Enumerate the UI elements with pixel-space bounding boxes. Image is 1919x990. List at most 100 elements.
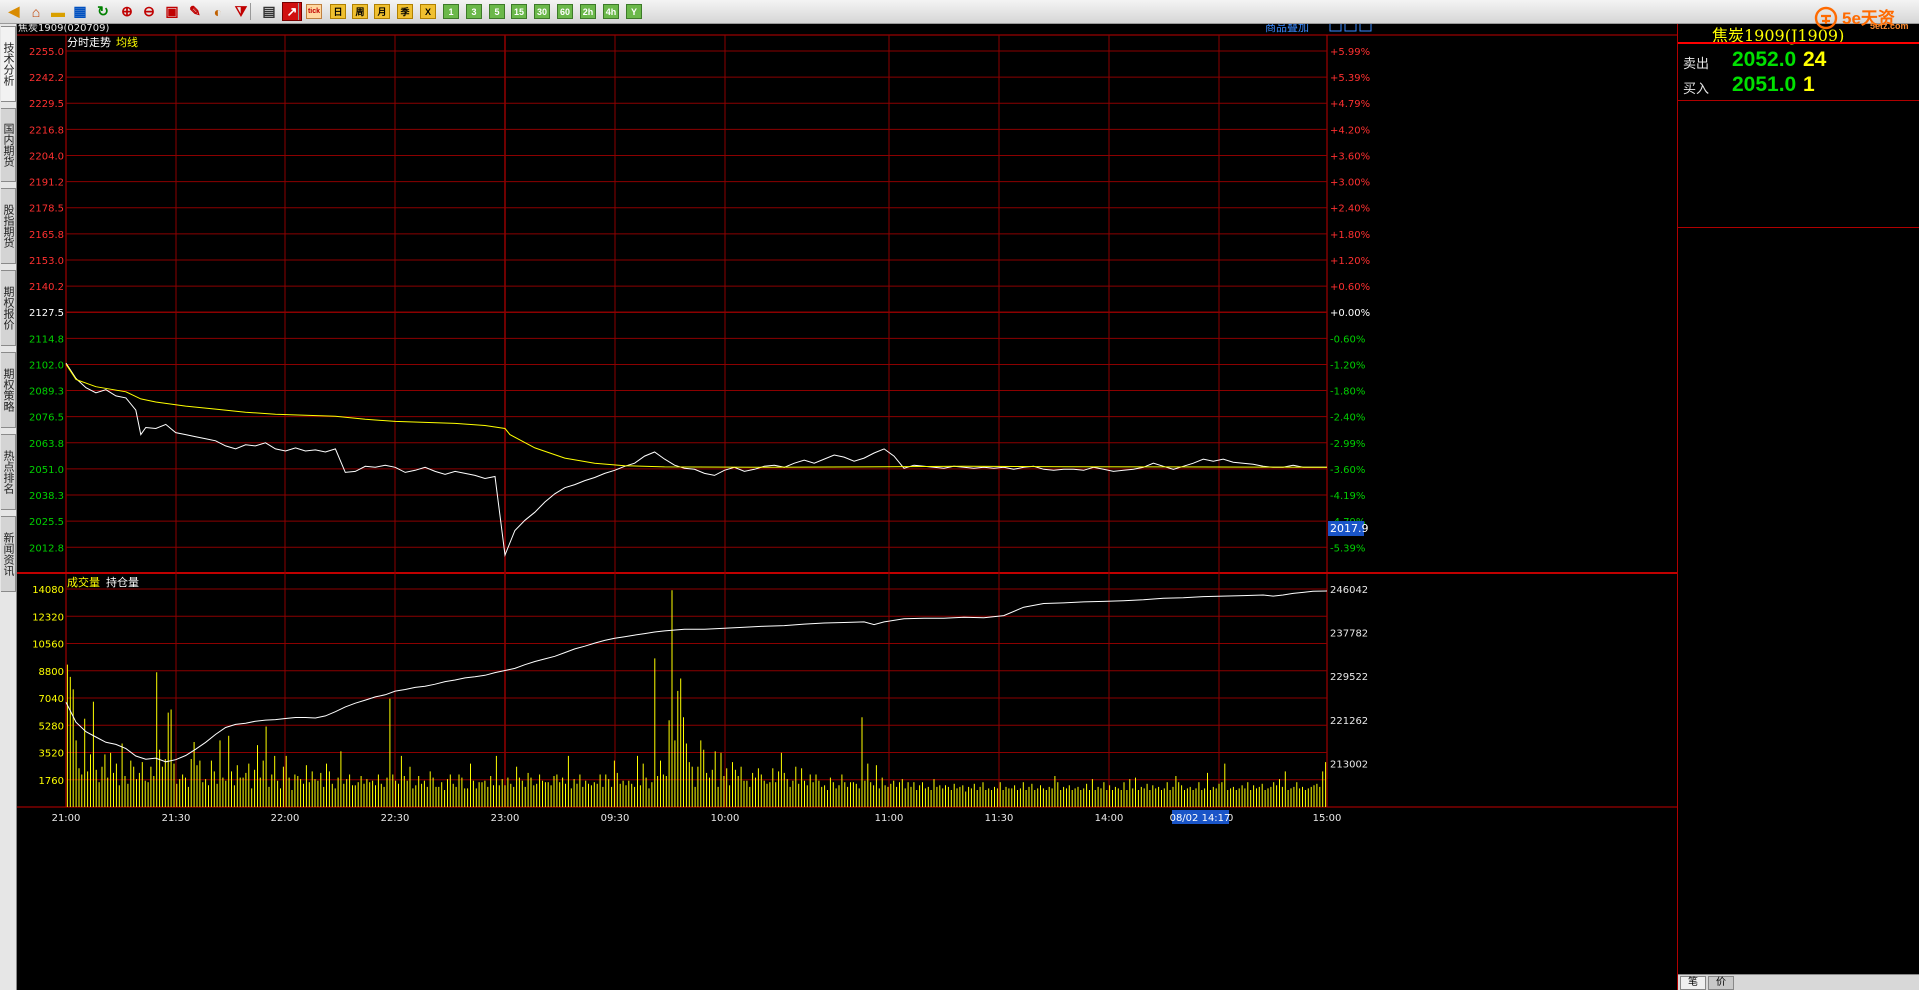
- filter-icon[interactable]: ⧩: [231, 2, 251, 21]
- intraday-chart-icon: ↗: [286, 3, 298, 19]
- period-day-button[interactable]: 日: [330, 4, 346, 19]
- period-15-button[interactable]: 15: [511, 4, 527, 19]
- tick-row[interactable]: [1678, 318, 1919, 336]
- left-tab-3[interactable]: 股指期货: [1, 188, 16, 264]
- left-tab-label: 新闻资讯: [2, 532, 15, 576]
- commodity-overlay-link[interactable]: 商品叠加: [1265, 24, 1309, 34]
- logo: 5e天资 5etz.com: [1812, 2, 1919, 34]
- chart-area[interactable]: 焦炭1909(020709) 商品叠加 2255.0 +5.99% 2242.2 +5.3…: [17, 24, 1677, 990]
- period-2h-button[interactable]: 2h: [580, 4, 596, 19]
- price-tick-label: 2242.2: [29, 73, 64, 84]
- price-tick-label: 2216.8: [29, 125, 64, 136]
- period-month-button[interactable]: 月: [374, 4, 390, 19]
- tick-row[interactable]: [1678, 481, 1919, 499]
- folder-icon[interactable]: ▬: [48, 2, 68, 21]
- tick-row[interactable]: [1678, 300, 1919, 318]
- pen-icon: ✎: [189, 3, 201, 19]
- left-tab-7[interactable]: 新闻资讯: [1, 516, 16, 592]
- tick-row[interactable]: [1678, 246, 1919, 264]
- refresh-icon[interactable]: ↻: [93, 2, 113, 21]
- left-tab-label: 技术分析: [2, 42, 15, 86]
- draw-tool-icon[interactable]: ◐: [208, 2, 228, 21]
- tick-row[interactable]: [1678, 571, 1919, 589]
- period-30-button[interactable]: 30: [534, 4, 550, 19]
- tick-row[interactable]: [1678, 751, 1919, 769]
- tick-row[interactable]: [1678, 517, 1919, 535]
- tick-row[interactable]: [1678, 372, 1919, 390]
- tick-row[interactable]: [1678, 589, 1919, 607]
- home-icon: ⌂: [31, 3, 41, 20]
- tick-row[interactable]: [1678, 607, 1919, 625]
- tick-row[interactable]: [1678, 390, 1919, 408]
- quote-table-icon[interactable]: ▤: [259, 2, 279, 21]
- tick-row[interactable]: [1678, 715, 1919, 733]
- back-arrow-icon[interactable]: ◀: [4, 2, 24, 21]
- bid-row: 买入 2051.0 1: [1678, 73, 1919, 99]
- intraday-chart[interactable]: 焦炭1909(020709) 商品叠加 2255.0 +5.99% 2242.2 +5.3…: [17, 24, 1677, 990]
- oi-tick-label: 246042: [1330, 585, 1368, 596]
- left-tab-6[interactable]: 热点排名: [1, 434, 16, 510]
- period-1-label: 1: [448, 6, 454, 17]
- tick-row[interactable]: [1678, 535, 1919, 553]
- tick-row[interactable]: [1678, 553, 1919, 571]
- tick-row[interactable]: [1678, 733, 1919, 751]
- tick-row[interactable]: [1678, 264, 1919, 282]
- period-day-label: 日: [333, 7, 343, 17]
- left-tab-5[interactable]: 期权策略: [1, 352, 16, 428]
- tick-row[interactable]: [1678, 445, 1919, 463]
- period-3-button[interactable]: 3: [466, 4, 482, 19]
- pct-tick-label: -2.99%: [1330, 439, 1365, 450]
- legend-avg: 均线: [116, 35, 138, 49]
- tick-icon[interactable]: tick: [306, 4, 322, 19]
- pen-icon[interactable]: ✎: [185, 2, 205, 21]
- period-week-button[interactable]: 周: [352, 4, 368, 19]
- pct-tick-label: +4.79%: [1330, 99, 1370, 110]
- tick-row[interactable]: [1678, 643, 1919, 661]
- period-1-button[interactable]: 1: [443, 4, 459, 19]
- bottom-tab-1[interactable]: 笔: [1680, 976, 1706, 990]
- left-tab-4[interactable]: 期权报价: [1, 270, 16, 346]
- left-tab-label: 热点排名: [2, 450, 15, 494]
- left-tab-2[interactable]: 国内期货: [1, 108, 16, 182]
- period-y-button[interactable]: Y: [626, 4, 642, 19]
- window-icon[interactable]: ▣: [162, 2, 182, 21]
- period-x-button[interactable]: X: [420, 4, 436, 19]
- tick-row[interactable]: [1678, 697, 1919, 715]
- time-tick-label: 15:00: [1313, 813, 1342, 824]
- tick-row[interactable]: [1678, 661, 1919, 679]
- tick-row[interactable]: [1678, 282, 1919, 300]
- period-3-label: 3: [471, 6, 477, 17]
- tick-row[interactable]: [1678, 769, 1919, 787]
- period-60-button[interactable]: 60: [557, 4, 573, 19]
- legend-price: 分时走势: [67, 36, 111, 49]
- pct-tick-label: -4.19%: [1330, 491, 1365, 502]
- zoom-out-icon[interactable]: ⊖: [139, 2, 159, 21]
- tick-row[interactable]: [1678, 354, 1919, 372]
- time-tick-label: 11:00: [875, 813, 904, 824]
- instrument-code: 焦炭1909(020709): [18, 24, 110, 34]
- volume-tick-label: 1760: [39, 776, 64, 787]
- tick-row[interactable]: [1678, 625, 1919, 643]
- intraday-chart-icon[interactable]: ↗: [282, 2, 302, 21]
- logo-url: 5etz.com: [1870, 21, 1909, 31]
- tick-row[interactable]: [1678, 679, 1919, 697]
- pct-tick-label: +3.00%: [1330, 178, 1370, 189]
- left-tab-1[interactable]: 技术分析: [1, 26, 16, 102]
- zoom-in-icon[interactable]: ⊕: [117, 2, 137, 21]
- period-5-button[interactable]: 5: [489, 4, 505, 19]
- period-4h-button[interactable]: 4h: [603, 4, 619, 19]
- period-5-label: 5: [494, 6, 500, 17]
- tick-row[interactable]: [1678, 336, 1919, 354]
- home-icon[interactable]: ⌂: [26, 2, 46, 21]
- period-quarter-button[interactable]: 季: [397, 4, 413, 19]
- calendar-icon[interactable]: ▦: [70, 2, 90, 21]
- legend-open-interest: 持仓量: [106, 575, 139, 589]
- tick-row[interactable]: [1678, 427, 1919, 445]
- price-tick-label: 2178.5: [29, 204, 64, 215]
- tick-row[interactable]: [1678, 463, 1919, 481]
- tick-row[interactable]: [1678, 408, 1919, 426]
- ask-row: 卖出 2052.0 24: [1678, 48, 1919, 74]
- tick-row[interactable]: [1678, 499, 1919, 517]
- bottom-tab-2[interactable]: 价: [1708, 976, 1734, 990]
- quote-table-icon: ▤: [262, 3, 276, 19]
